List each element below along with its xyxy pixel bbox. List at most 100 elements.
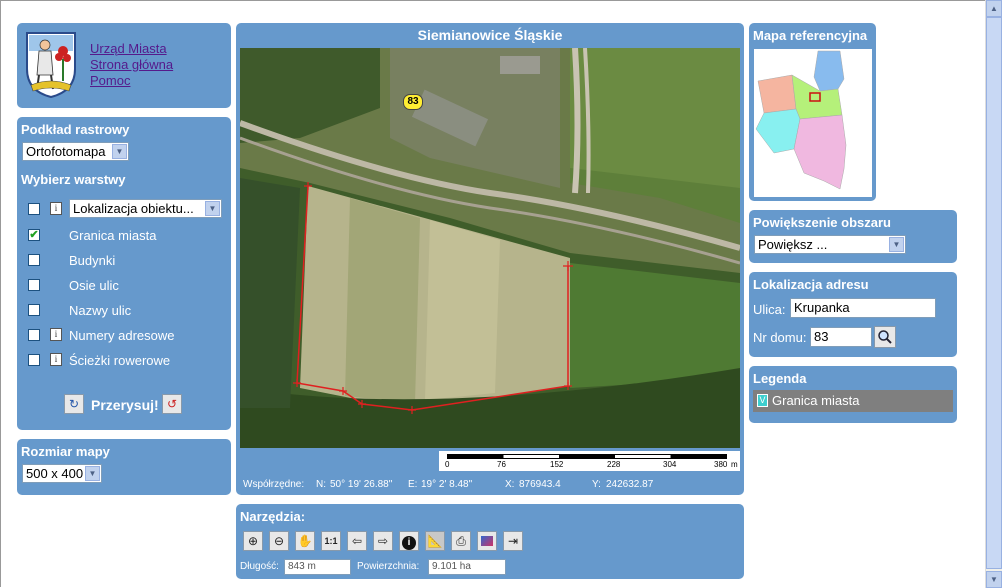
layer-checkbox-budynki[interactable] [28,254,40,266]
header-panel: Urząd Miasta Strona główna Pomoc [17,23,231,108]
scroll-up-arrow-icon[interactable]: ▲ [986,0,1002,17]
address-panel: Lokalizacja adresu Ulica: Krupanka Nr do… [749,272,957,357]
city-title: Siemianowice Śląskie [417,27,563,43]
scale-label: 380 [714,460,728,469]
link-strona-glowna[interactable]: Strona główna [90,57,173,73]
city-boundary-overlay [293,182,573,414]
reference-map-shape [755,50,847,190]
layer-checkbox-lokalizacja[interactable] [28,203,40,215]
coord-e-value: 19° 2' 8.48" [421,479,473,490]
layer-label-granica-miasta: Granica miasta [69,228,157,243]
street-input[interactable]: Krupanka [790,298,936,318]
zoom-out-icon[interactable]: ⊖ [269,531,289,551]
raster-select[interactable]: Ortofotomapa ▼ [22,142,129,161]
map-size-select-value: 500 x 400 [26,466,84,481]
info-icon[interactable]: i [399,531,419,551]
address-marker: 83 [403,94,423,110]
map-size-panel: Rozmiar mapy 500 x 400 ▼ [17,439,231,495]
map-panel: Siemianowice Śląskie 83 0 76 152 228 304… [236,23,744,495]
link-pomoc[interactable]: Pomoc [90,73,173,89]
length-field: 843 m [284,559,351,575]
zoom-area-select[interactable]: Powiększ ... ▼ [754,235,906,254]
coords-label: Współrzędne: [243,479,305,490]
layer-label-sciezki-rowerowe: Ścieżki rowerowe [69,353,171,368]
layers-panel: Podkład rastrowy Ortofotomapa ▼ Wybierz … [17,117,231,430]
scale-1-1-icon[interactable]: 1:1 [321,531,341,551]
map-size-heading: Rozmiar mapy [21,444,110,459]
raster-select-value: Ortofotomapa [26,144,106,159]
layer-checkbox-numery-adresowe[interactable] [28,329,40,341]
pan-hand-icon[interactable]: ✋ [295,531,315,551]
coord-e-label: E: [408,479,418,490]
map-canvas[interactable]: 83 [240,48,740,448]
info-icon[interactable]: i [50,328,62,341]
reference-map-panel: Mapa referencyjna [749,23,876,201]
print-icon[interactable]: ⎙ [451,531,471,551]
zoom-area-panel: Powiększenie obszaru Powiększ ... ▼ [749,210,957,263]
layer-checkbox-osie-ulic[interactable] [28,279,40,291]
export-pdf-icon[interactable]: ⇥ [503,531,523,551]
layer-object-select-value: Lokalizacja obiektu... [73,201,194,216]
layer-object-select[interactable]: Lokalizacja obiektu... ▼ [69,199,222,218]
scale-label: 0 [445,460,450,469]
scale-label: 76 [497,460,506,469]
chevron-down-icon: ▼ [112,144,127,159]
chevron-down-icon: ▼ [205,201,220,216]
search-icon[interactable] [874,326,896,348]
back-arrow-icon[interactable]: ⇦ [347,531,367,551]
layer-checkbox-granica-miasta[interactable]: ✔ [28,229,40,241]
length-value: 843 m [288,561,316,572]
info-icon[interactable]: i [50,353,62,366]
map-size-select[interactable]: 500 x 400 ▼ [22,464,102,483]
measure-icon[interactable]: 📐 [425,531,445,551]
coord-x-label: X: [505,479,515,490]
boundary-legend-icon: V [757,394,768,407]
scroll-down-arrow-icon[interactable]: ▼ [986,571,1002,588]
layer-label-nazwy-ulic: Nazwy ulic [69,303,132,318]
city-crest-icon [23,29,79,99]
scale-1-1-label: 1:1 [324,536,338,546]
coord-y-label: Y: [592,479,601,490]
reference-heading: Mapa referencyjna [753,28,868,43]
tools-panel: Narzędzia: ⊕ ⊖ ✋ 1:1 ⇦ ⇨ i 📐 ⎙ ⇥ Długość… [236,504,744,579]
forward-arrow-icon[interactable]: ⇨ [373,531,393,551]
scale-label: 228 [607,460,621,469]
address-heading: Lokalizacja adresu [753,277,869,292]
layer-checkbox-nazwy-ulic[interactable] [28,304,40,316]
length-label: Długość: [240,561,279,572]
redraw-button[interactable]: Przerysuj! [91,397,159,413]
house-number-input[interactable]: 83 [810,327,872,347]
coord-x-value: 876943.4 [519,479,561,490]
legend-panel: Legenda V Granica miasta [749,366,957,423]
area-value: 9.101 ha [432,561,471,572]
scale-label: 152 [550,460,564,469]
undo-redraw-icon[interactable]: ↺ [162,394,182,414]
layer-label-budynki: Budynki [69,253,116,268]
layer-label-numery-adresowe: Numery adresowe [69,328,175,343]
street-label: Ulica: [753,302,786,317]
scroll-thumb[interactable] [986,17,1002,569]
layer-checkbox-sciezki-rowerowe[interactable] [28,354,40,366]
zoom-in-icon[interactable]: ⊕ [243,531,263,551]
export-image-icon[interactable] [477,531,497,551]
reference-map[interactable] [754,49,872,197]
street-input-value: Krupanka [794,300,850,315]
scale-bar: 0 76 152 228 304 380 m [439,451,740,471]
legend-item-granica-miasta: V Granica miasta [753,390,953,412]
zoom-area-heading: Powiększenie obszaru [753,215,891,230]
refresh-icon[interactable]: ↻ [64,394,84,414]
address-marker-label: 83 [407,96,419,107]
layers-heading: Wybierz warstwy [21,172,126,187]
info-icon[interactable]: i [50,202,62,215]
coord-n-value: 50° 19' 26.88" [330,479,393,490]
link-urzad-miasta[interactable]: Urząd Miasta [90,41,173,57]
raster-heading: Podkład rastrowy [21,122,130,137]
scale-label: 304 [663,460,677,469]
house-number-input-value: 83 [814,329,829,344]
area-field: 9.101 ha [428,559,506,575]
legend-item-label: Granica miasta [772,393,860,408]
coord-n-label: N: [316,479,326,490]
scale-unit: m [731,460,738,469]
area-label: Powierzchnia: [357,561,420,572]
vertical-scrollbar[interactable]: ▲ ▼ [985,0,1002,588]
